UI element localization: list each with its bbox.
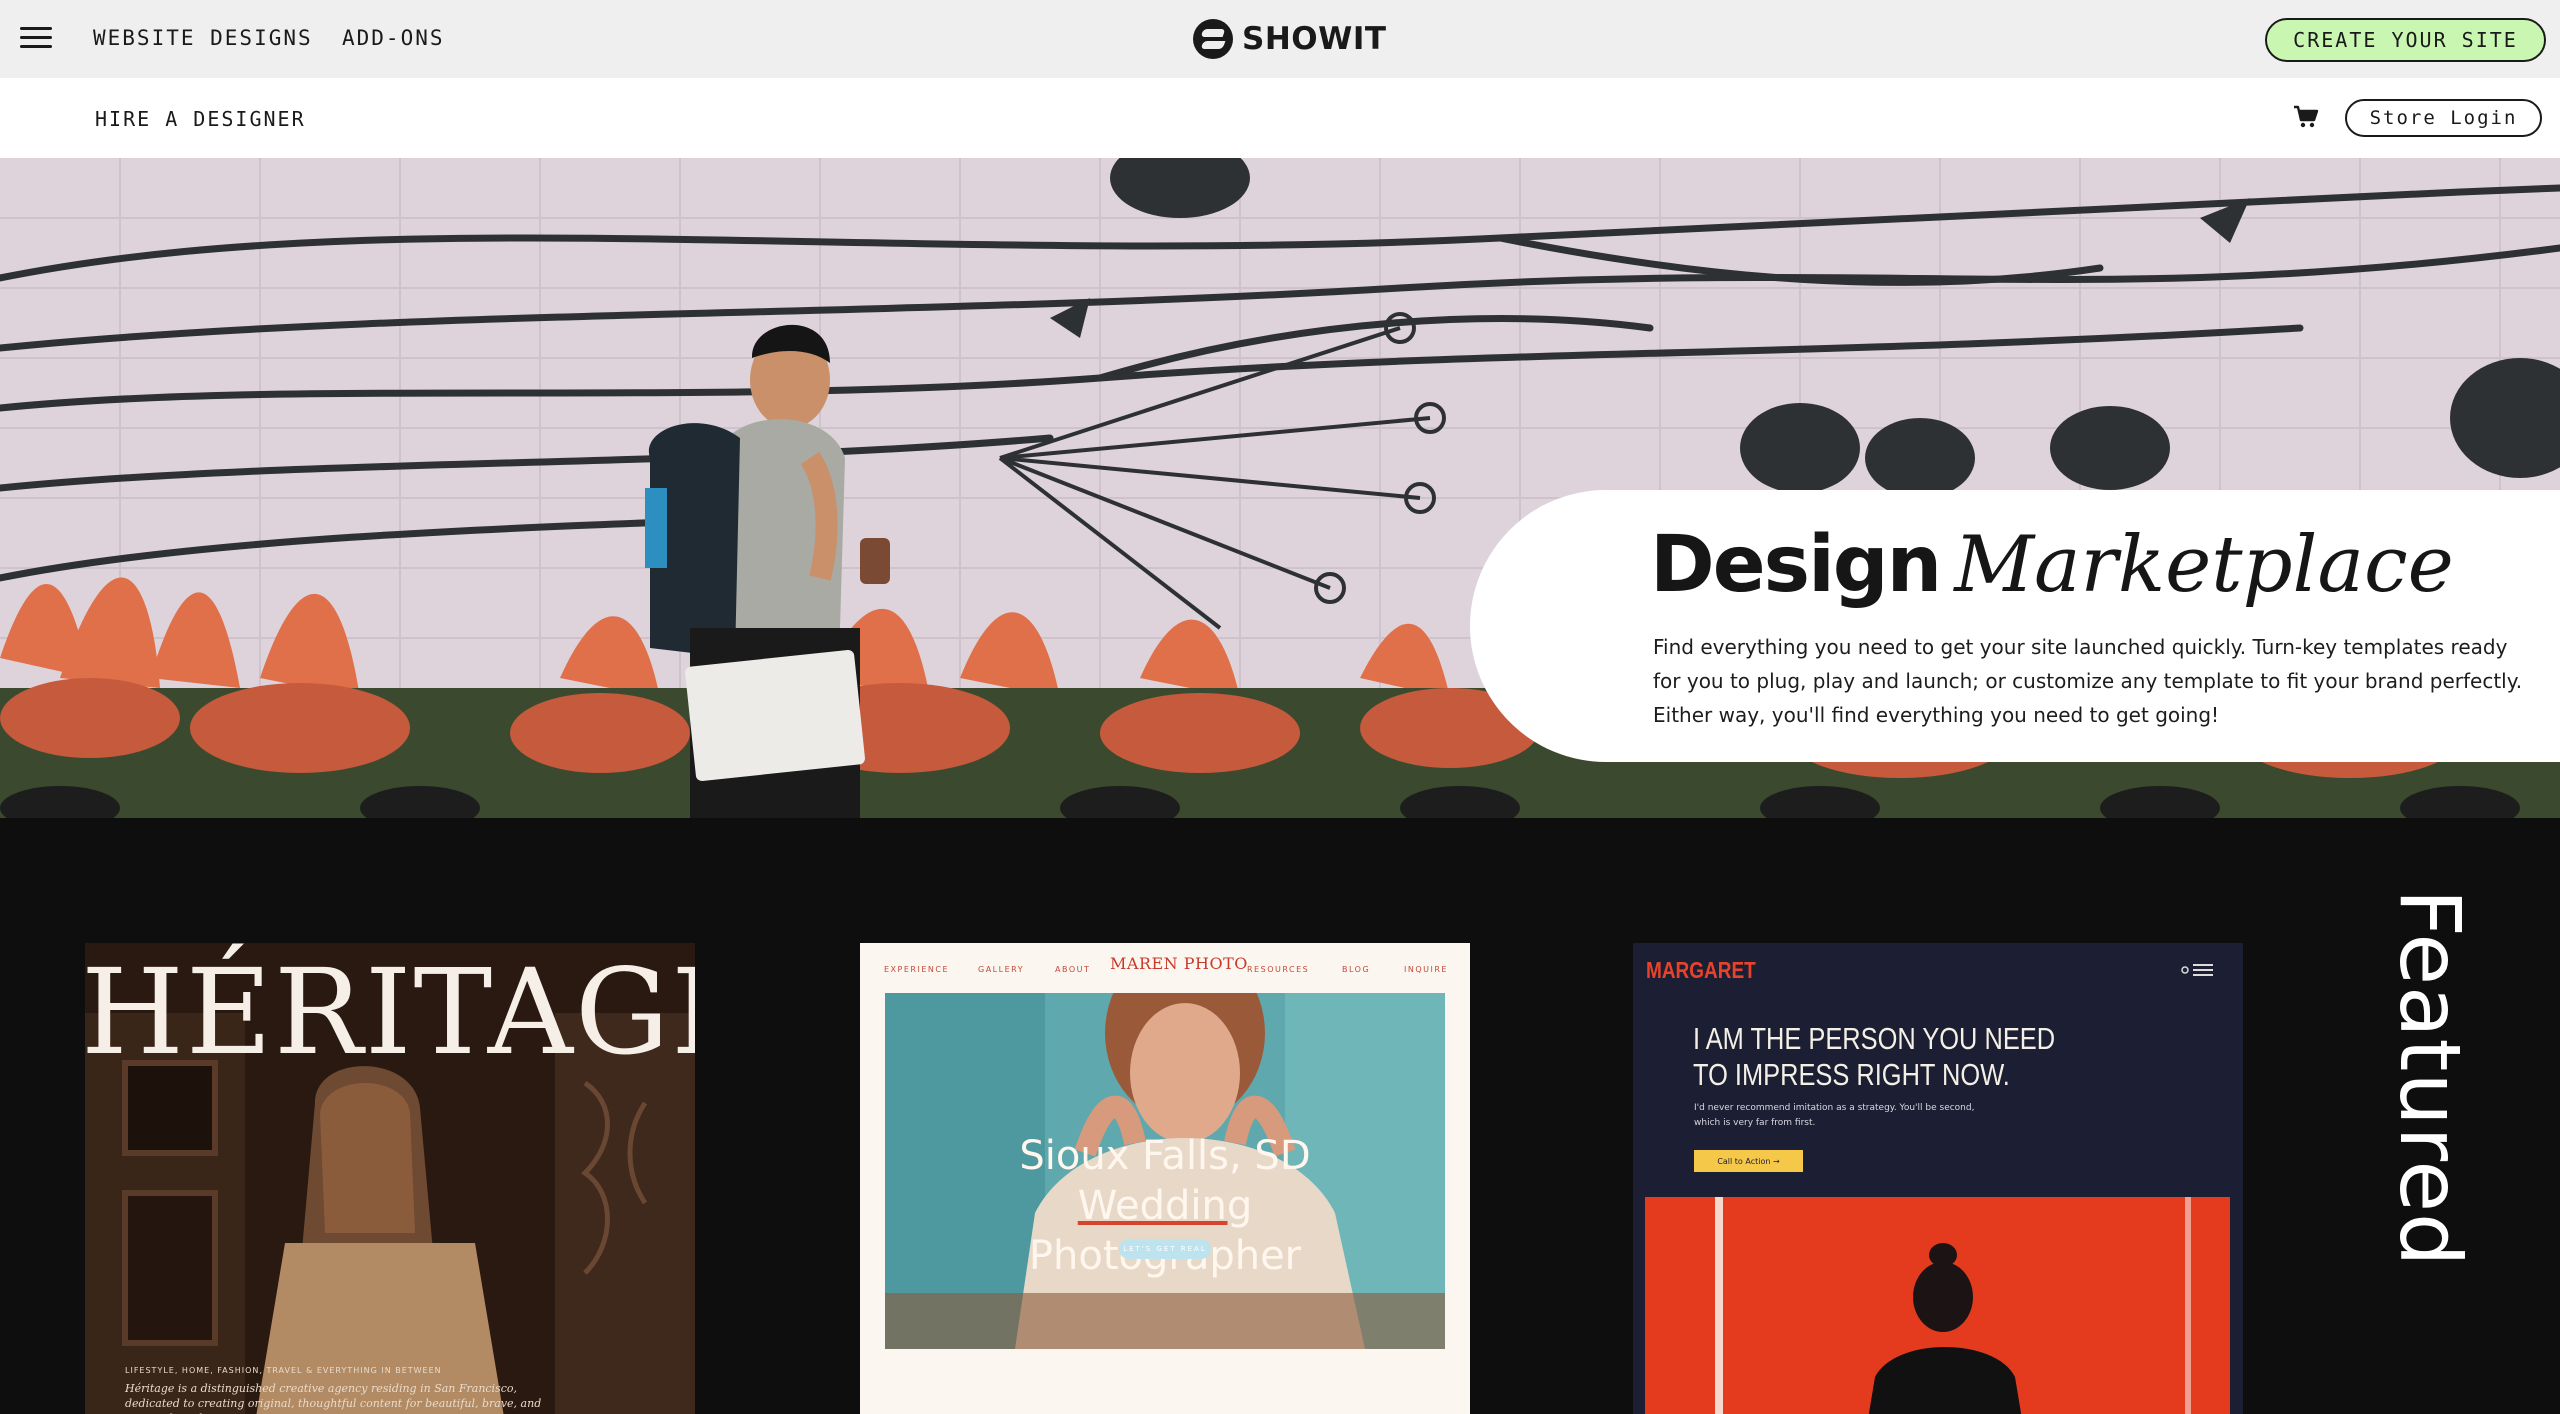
heritage-tagline: LIFESTYLE, HOME, FASHION, TRAVEL & EVERY… [125,1366,442,1375]
hero-title-serif: Marketplace [1954,520,2454,610]
maren-nav-about: ABOUT [1055,965,1091,974]
store-login-button[interactable]: Store Login [2345,99,2542,137]
showit-logo[interactable]: SHOWIT [1193,18,1387,60]
heritage-title: HÉRITAGE [85,943,695,1081]
create-your-site-button[interactable]: CREATE YOUR SITE [2265,18,2546,62]
brand-name: SHOWIT [1242,21,1387,57]
nav-add-ons[interactable]: ADD-ONS [342,26,445,50]
hamburger-menu-icon[interactable] [20,25,52,51]
template-card-margaret[interactable]: MARGARET I AM THE PERSON YOU NEED TO IMP… [1633,943,2243,1414]
top-navigation: WEBSITE DESIGNS ADD-ONS SHOWIT CREATE YO… [0,0,2560,78]
maren-nav-experience: EXPERIENCE [884,965,950,974]
hero-intro-card: Design Marketplace Find everything you ne… [1470,490,2560,762]
showit-logo-icon [1193,19,1233,59]
maren-cta-button[interactable]: LET'S GET REAL [1119,1239,1211,1259]
margaret-cta-button[interactable]: Call to Action → [1694,1150,1803,1172]
template-card-maren-photo[interactable]: EXPERIENCE GALLERY ABOUT RESOURCES BLOG … [860,943,1470,1414]
maren-headline-line1: Sioux Falls, SD [1019,1133,1311,1179]
margaret-photo [1645,1197,2230,1414]
maren-nav-gallery: GALLERY [978,965,1025,974]
margaret-menu-icon[interactable] [2181,963,2215,977]
maren-nav-blog: BLOG [1342,965,1371,974]
hero-title-sans: Design [1650,520,1942,610]
featured-section: Featured HÉRITAGE LIFESTYLE, HOME, FASHI… [0,818,2560,1414]
maren-logo: MAREN PHOTO [1110,954,1248,973]
heritage-description: Héritage is a distinguished creative age… [125,1382,542,1414]
featured-heading: Featured [2381,888,2479,1268]
woman-red-wall-photo [1645,1197,2230,1414]
hero-title: Design Marketplace [1650,520,2454,610]
sub-navigation: HIRE A DESIGNER Store Login [0,78,2560,158]
shopping-cart-icon[interactable] [2293,105,2319,129]
margaret-headline: I AM THE PERSON YOU NEED TO IMPRESS RIGH… [1693,1021,2056,1092]
margaret-subtext: I'd never recommend imitation as a strat… [1694,1103,1975,1128]
maren-headline-line2: Wedding [1077,1183,1253,1229]
nav-website-designs[interactable]: WEBSITE DESIGNS [93,26,313,50]
maren-hero-photo: Sioux Falls, SD Wedding Photographer LET… [885,993,1445,1349]
nav-hire-a-designer[interactable]: HIRE A DESIGNER [95,107,306,131]
template-card-heritage[interactable]: HÉRITAGE LIFESTYLE, HOME, FASHION, TRAVE… [85,943,695,1414]
maren-nav-resources: RESOURCES [1247,965,1310,974]
maren-nav-inquire: INQUIRE [1404,965,1448,974]
hero-description: Find everything you need to get your sit… [1653,635,2523,727]
hero-banner: Design Marketplace Find everything you ne… [0,158,2560,818]
margaret-logo: MARGARET [1646,959,1756,985]
